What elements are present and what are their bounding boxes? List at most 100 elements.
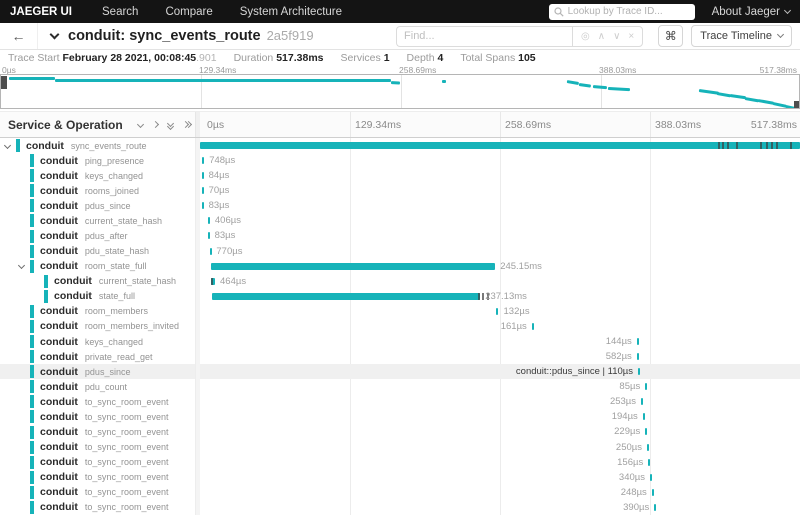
span-row[interactable]: conduit room_state_full 245.15ms: [0, 259, 800, 274]
span-name-cell[interactable]: conduit pdu_state_hash: [0, 244, 200, 259]
span-name-cell[interactable]: conduit to_sync_room_event: [0, 485, 200, 500]
span-name-cell[interactable]: conduit to_sync_room_event: [0, 424, 200, 439]
span-row[interactable]: conduit to_sync_room_event 194µs: [0, 409, 800, 424]
span-timeline-cell[interactable]: 83µs: [200, 198, 800, 213]
find-input[interactable]: Find...: [396, 25, 573, 47]
span-bar[interactable]: [650, 473, 653, 481]
nav-item-system-architecture[interactable]: System Architecture: [240, 6, 342, 18]
span-bar[interactable]: [642, 413, 645, 421]
span-timeline-cell[interactable]: 156µs: [200, 455, 800, 470]
span-bar[interactable]: [201, 202, 204, 210]
span-bar[interactable]: [496, 307, 499, 315]
span-timeline-cell[interactable]: 132µs: [200, 304, 800, 319]
span-name-cell[interactable]: conduit current_state_hash: [0, 274, 200, 289]
span-timeline-cell[interactable]: 406µs: [200, 213, 800, 228]
span-bar[interactable]: [207, 232, 210, 240]
jaeger-logo[interactable]: JAEGER UI: [10, 6, 72, 18]
expand-one-icon[interactable]: [151, 120, 160, 129]
span-name-cell[interactable]: conduit current_state_hash: [0, 213, 200, 228]
span-timeline-cell[interactable]: 582µs: [200, 349, 800, 364]
span-name-cell[interactable]: conduit room_members_invited: [0, 319, 200, 334]
span-timeline-cell[interactable]: 237.13ms: [200, 289, 800, 304]
span-row[interactable]: conduit private_read_get 582µs: [0, 349, 800, 364]
span-bar[interactable]: [638, 368, 641, 376]
span-row[interactable]: conduit to_sync_room_event 156µs: [0, 455, 800, 470]
chevron-down-icon[interactable]: [17, 262, 26, 270]
span-bar[interactable]: [648, 458, 651, 466]
span-bar[interactable]: [636, 353, 639, 361]
span-name-cell[interactable]: conduit pdu_count: [0, 379, 200, 394]
span-timeline-cell[interactable]: 85µs: [200, 379, 800, 394]
span-name-cell[interactable]: conduit to_sync_room_event: [0, 500, 200, 515]
span-timeline-cell[interactable]: 144µs: [200, 334, 800, 349]
keyboard-shortcuts-button[interactable]: ⌘: [658, 25, 684, 47]
span-row[interactable]: conduit to_sync_room_event 253µs: [0, 394, 800, 409]
span-bar[interactable]: [201, 172, 204, 180]
span-bar[interactable]: [645, 383, 648, 391]
span-row[interactable]: conduit current_state_hash 406µs: [0, 213, 800, 228]
span-row[interactable]: conduit pdus_since 83µs: [0, 198, 800, 213]
span-timeline-cell[interactable]: 248µs: [200, 485, 800, 500]
about-jaeger-menu[interactable]: About Jaeger: [712, 6, 792, 18]
span-name-cell[interactable]: conduit pdus_since: [0, 364, 200, 379]
minimap-range-handle[interactable]: [1, 76, 7, 89]
span-bar[interactable]: [651, 488, 654, 496]
span-bar[interactable]: [531, 322, 534, 330]
span-timeline-cell[interactable]: 340µs: [200, 470, 800, 485]
span-bar[interactable]: [212, 292, 481, 300]
trace-view-select[interactable]: Trace Timeline: [691, 25, 792, 47]
span-row[interactable]: conduit room_members_invited 161µs: [0, 319, 800, 334]
span-timeline-cell[interactable]: 770µs: [200, 244, 800, 259]
span-bar[interactable]: [201, 187, 204, 195]
span-bar[interactable]: [636, 338, 639, 346]
span-timeline-cell[interactable]: [200, 138, 800, 153]
span-name-cell[interactable]: conduit to_sync_room_event: [0, 470, 200, 485]
span-row[interactable]: conduit to_sync_room_event 229µs: [0, 424, 800, 439]
span-row[interactable]: conduit ping_presence 748µs: [0, 153, 800, 168]
span-name-cell[interactable]: conduit room_state_full: [0, 259, 200, 274]
span-row[interactable]: conduit pdus_since conduit::pdus_since | 1…: [0, 364, 800, 380]
expand-all-icon[interactable]: [181, 120, 193, 129]
span-name-cell[interactable]: conduit state_full: [0, 289, 200, 304]
collapse-one-icon[interactable]: [136, 120, 145, 129]
span-timeline-cell[interactable]: 194µs: [200, 409, 800, 424]
match-target-icon[interactable]: ◎: [581, 31, 590, 42]
span-timeline-cell[interactable]: 161µs: [200, 319, 800, 334]
span-bar[interactable]: [647, 443, 650, 451]
span-row[interactable]: conduit to_sync_room_event 248µs: [0, 485, 800, 500]
span-timeline-cell[interactable]: 253µs: [200, 394, 800, 409]
span-timeline-cell[interactable]: conduit::pdus_since | 110µs: [200, 364, 800, 379]
span-bar[interactable]: [654, 503, 657, 511]
span-name-cell[interactable]: conduit to_sync_room_event: [0, 440, 200, 455]
next-match-icon[interactable]: ∨: [613, 31, 620, 42]
span-timeline-cell[interactable]: 250µs: [200, 440, 800, 455]
span-name-cell[interactable]: conduit to_sync_room_event: [0, 394, 200, 409]
span-bar[interactable]: [200, 142, 800, 149]
minimap-range-handle[interactable]: [794, 101, 799, 108]
span-row[interactable]: conduit keys_changed 144µs: [0, 334, 800, 349]
chevron-down-icon[interactable]: [3, 141, 12, 149]
span-name-cell[interactable]: conduit keys_changed: [0, 334, 200, 349]
trace-id-search-input[interactable]: Lookup by Trace ID...: [548, 3, 695, 20]
column-resizer[interactable]: [195, 138, 200, 515]
span-name-cell[interactable]: conduit ping_presence: [0, 153, 200, 168]
span-row[interactable]: conduit room_members 132µs: [0, 304, 800, 319]
span-row[interactable]: conduit pdu_count 85µs: [0, 379, 800, 394]
span-row[interactable]: conduit to_sync_room_event 340µs: [0, 470, 800, 485]
span-timeline-cell[interactable]: 84µs: [200, 168, 800, 183]
span-row[interactable]: conduit pdu_state_hash 770µs: [0, 244, 800, 259]
span-timeline-cell[interactable]: 748µs: [200, 153, 800, 168]
back-button[interactable]: ←: [0, 23, 38, 49]
trace-minimap[interactable]: [0, 74, 800, 109]
span-bar[interactable]: [641, 398, 644, 406]
span-timeline-cell[interactable]: 464µs: [200, 274, 800, 289]
span-bar[interactable]: [210, 262, 496, 270]
collapse-all-icon[interactable]: [166, 119, 175, 130]
span-row[interactable]: conduit to_sync_room_event 390µs: [0, 500, 800, 515]
span-timeline-cell[interactable]: 245.15ms: [200, 259, 800, 274]
span-name-cell[interactable]: conduit keys_changed: [0, 168, 200, 183]
span-bar[interactable]: [209, 247, 212, 255]
span-row[interactable]: conduit rooms_joined 70µs: [0, 183, 800, 198]
span-row[interactable]: conduit pdus_after 83µs: [0, 228, 800, 243]
span-timeline-cell[interactable]: 70µs: [200, 183, 800, 198]
